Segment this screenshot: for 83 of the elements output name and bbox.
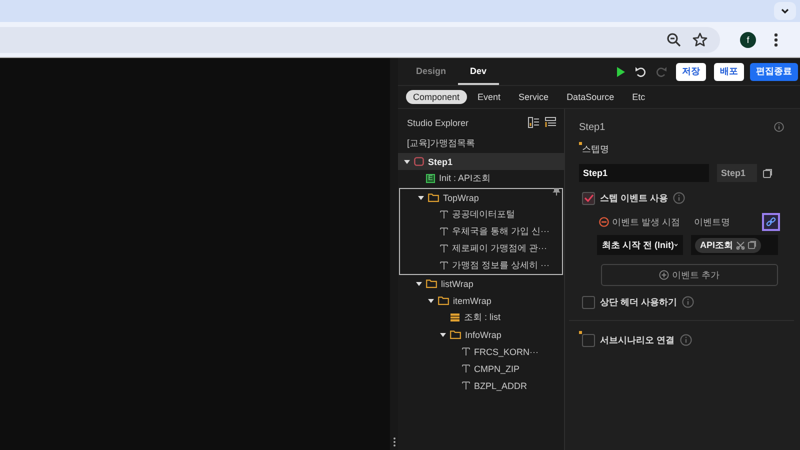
step-code-field: Step1 bbox=[717, 164, 757, 182]
text-type-icon bbox=[440, 210, 448, 219]
tree-item[interactable]: InfoWrap bbox=[398, 326, 564, 343]
project-name: [교육]가맹점목록 bbox=[406, 137, 476, 150]
event-chip[interactable]: API조회 bbox=[695, 238, 762, 252]
toolbar-button[interactable]: 배포 bbox=[714, 62, 744, 80]
tree-item[interactable]: BZPL_ADDR bbox=[398, 377, 564, 394]
mode-tab[interactable]: Design bbox=[404, 58, 458, 85]
expand-all-icon[interactable] bbox=[528, 117, 539, 128]
undo-icon[interactable] bbox=[634, 65, 647, 78]
explorer-title: Studio Explorer bbox=[407, 118, 470, 128]
column-header: 이벤트명 bbox=[694, 216, 731, 228]
folder-icon bbox=[428, 193, 439, 202]
drag-handle-icon[interactable] bbox=[392, 437, 396, 447]
add-icon bbox=[659, 270, 670, 280]
text-type-icon bbox=[440, 261, 448, 270]
folder-icon bbox=[426, 279, 437, 288]
mode-tab[interactable]: Dev bbox=[458, 58, 499, 85]
checkbox-label: 서브시나리오 연결 bbox=[600, 334, 675, 346]
chevron-down-icon bbox=[780, 6, 790, 16]
column-header: 이벤트 발생 시점 bbox=[612, 216, 682, 228]
tree-item[interactable]: listWrap bbox=[398, 275, 564, 292]
checkbox-label: 스텝 이벤트 사용 bbox=[600, 192, 668, 204]
text-type-icon bbox=[440, 244, 448, 253]
panel-tab[interactable]: Service bbox=[512, 90, 556, 104]
panel-tab[interactable]: Component bbox=[406, 90, 467, 104]
text-type-icon bbox=[462, 381, 470, 390]
text-type-icon bbox=[462, 364, 470, 373]
checkbox[interactable] bbox=[582, 192, 595, 204]
panel-tab[interactable]: Etc bbox=[625, 90, 652, 104]
tree-item[interactable]: 가맹점 정보를 상세히 ··· bbox=[400, 257, 562, 274]
caret-icon[interactable] bbox=[428, 298, 434, 304]
link-button[interactable] bbox=[762, 213, 780, 231]
caret-icon[interactable] bbox=[416, 280, 422, 286]
copy-icon[interactable] bbox=[748, 241, 756, 249]
panel-tab[interactable]: Event bbox=[470, 90, 508, 104]
tree-item[interactable]: CMPN_ZIP bbox=[398, 360, 564, 377]
info-icon[interactable] bbox=[774, 122, 784, 132]
table-icon bbox=[450, 313, 460, 322]
menu-icon[interactable] bbox=[774, 32, 778, 48]
unlink-icon[interactable] bbox=[736, 240, 746, 250]
text-type-icon bbox=[440, 227, 448, 236]
splitter-handle[interactable] bbox=[390, 58, 398, 450]
toolbar-button[interactable]: 편집종료 bbox=[750, 62, 798, 80]
component-title: Step1 bbox=[579, 122, 606, 132]
play-icon[interactable] bbox=[616, 66, 626, 78]
step-name-field[interactable]: Step1 bbox=[579, 164, 709, 182]
field-label: 스텝명 bbox=[582, 142, 609, 156]
toolbar-button[interactable]: 저장 bbox=[676, 62, 706, 80]
link-icon bbox=[766, 217, 776, 227]
event-timing-select[interactable]: 최초 시작 전 (Init) bbox=[597, 235, 683, 255]
text-type-icon bbox=[462, 347, 470, 356]
zoom-out-icon[interactable] bbox=[666, 32, 682, 48]
info-icon[interactable] bbox=[673, 192, 686, 204]
checkbox[interactable] bbox=[582, 296, 595, 308]
tree-item[interactable]: 우체국을 통해 가입 신··· bbox=[400, 223, 562, 240]
collapse-all-icon[interactable] bbox=[545, 117, 556, 128]
caret-icon[interactable] bbox=[418, 194, 424, 200]
folder-icon bbox=[438, 296, 449, 305]
checkbox[interactable] bbox=[582, 334, 595, 346]
info-icon[interactable] bbox=[680, 334, 692, 346]
pin-icon[interactable] bbox=[552, 187, 561, 196]
tree-item[interactable]: Step1 bbox=[398, 153, 564, 170]
copy-icon[interactable] bbox=[763, 168, 772, 178]
info-icon[interactable] bbox=[682, 296, 694, 308]
star-icon[interactable] bbox=[692, 32, 708, 48]
add-event-button[interactable]: 이벤트 추가 bbox=[601, 264, 778, 286]
remove-icon[interactable] bbox=[599, 217, 609, 227]
tree-item[interactable]: FRCS_KORN··· bbox=[398, 343, 564, 360]
tree-item[interactable]: 공공데이터포털 bbox=[400, 206, 562, 223]
caret-icon[interactable] bbox=[404, 158, 410, 164]
chevron-down-icon bbox=[674, 242, 678, 248]
tab-list-button[interactable] bbox=[774, 2, 796, 20]
profile-avatar[interactable]: f bbox=[740, 32, 756, 48]
folder-icon bbox=[450, 330, 461, 339]
tree-item[interactable]: TopWrap bbox=[400, 189, 562, 206]
tree-item[interactable]: 제로페이 가맹점에 관··· bbox=[400, 240, 562, 257]
tree-item[interactable]: itemWrap bbox=[398, 292, 564, 309]
checkbox-label: 상단 헤더 사용하기 bbox=[600, 296, 678, 308]
tree-item[interactable]: 조회 : list bbox=[398, 309, 564, 326]
caret-icon[interactable] bbox=[440, 332, 446, 338]
panel-tab[interactable]: DataSource bbox=[560, 90, 622, 104]
screen-icon bbox=[414, 157, 424, 166]
